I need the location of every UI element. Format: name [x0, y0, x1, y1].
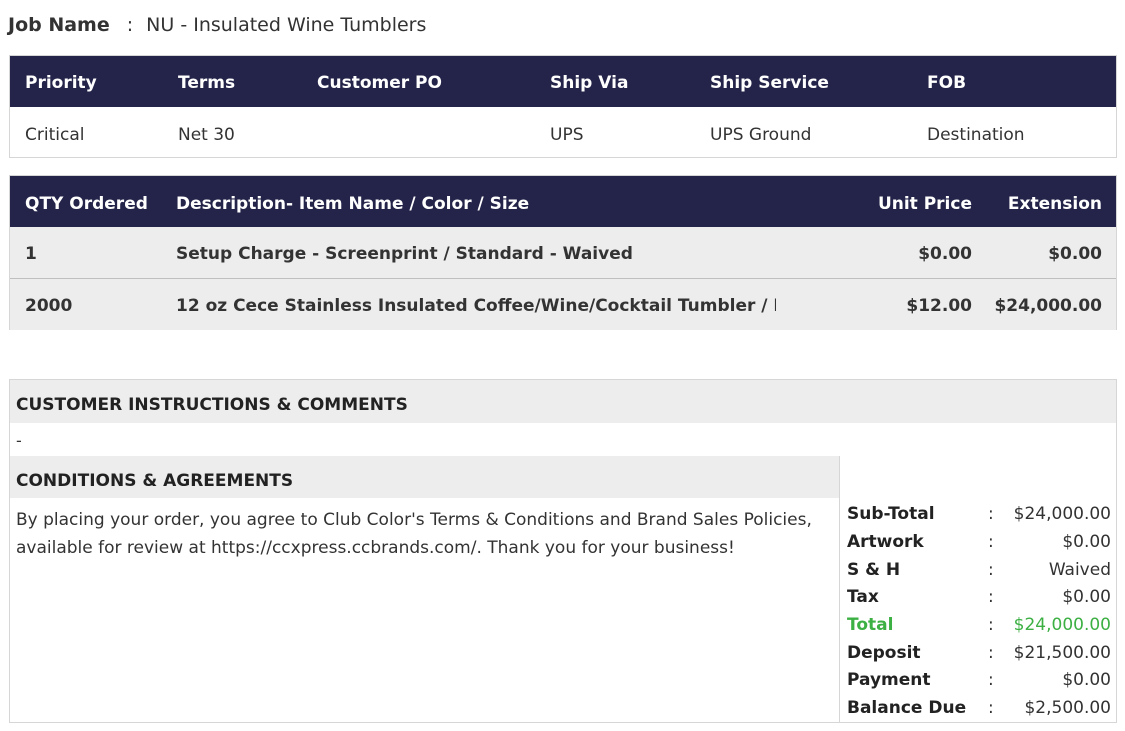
qty-cell: 1	[25, 244, 37, 264]
conditions-heading-bar: CONDITIONS & AGREEMENTS	[10, 456, 839, 498]
summary-label: Total	[847, 615, 894, 635]
description-cell: 12 oz Cece Stainless Insulated Coffee/Wi…	[176, 296, 776, 316]
summary-value: $0.00	[1062, 587, 1111, 607]
table-row: 2000 12 oz Cece Stainless Insulated Coff…	[10, 279, 1116, 330]
summary-value: $21,500.00	[1013, 643, 1111, 663]
summary-label: Payment	[847, 670, 931, 690]
ship-via-header: Ship Via	[550, 73, 629, 93]
summary-row-deposit: Deposit : $21,500.00	[840, 643, 1117, 669]
table-row: 1 Setup Charge - Screenprint / Standard …	[10, 227, 1116, 279]
job-name-line: Job Name: NU - Insulated Wine Tumblers	[8, 13, 426, 37]
summary-row-shipping: S & H : Waived	[840, 560, 1117, 586]
summary-label: Artwork	[847, 532, 924, 552]
conditions-title: CONDITIONS & AGREEMENTS	[16, 471, 294, 491]
order-info-header: Priority Terms Customer PO Ship Via Ship…	[10, 56, 1116, 107]
job-name-label: Job Name	[8, 14, 110, 36]
summary-value: $0.00	[1062, 532, 1111, 552]
fob-header: FOB	[927, 73, 967, 93]
summary-label: Tax	[847, 587, 879, 607]
summary-value: Waived	[1048, 560, 1111, 580]
description-header: Description- Item Name / Color / Size	[176, 194, 530, 214]
summary-separator: :	[988, 504, 994, 524]
summary-value: $24,000.00	[1013, 615, 1111, 635]
summary-separator: :	[988, 698, 994, 718]
summary-row-artwork: Artwork : $0.00	[840, 532, 1117, 558]
extension-cell: $0.00	[1048, 244, 1102, 264]
notes-and-summary-section: CUSTOMER INSTRUCTIONS & COMMENTS - CONDI…	[9, 379, 1117, 723]
summary-row-balance-due: Balance Due : $2,500.00	[840, 698, 1117, 724]
instructions-body: -	[16, 431, 22, 450]
summary-row-payment: Payment : $0.00	[840, 670, 1117, 696]
summary-label: S & H	[847, 560, 901, 580]
instructions-heading-bar: CUSTOMER INSTRUCTIONS & COMMENTS	[10, 380, 1116, 423]
summary-row-total: Total : $24,000.00	[840, 615, 1117, 641]
line-items-table: QTY Ordered Description- Item Name / Col…	[9, 175, 1117, 330]
summary-row-tax: Tax : $0.00	[840, 587, 1117, 613]
summary-value: $0.00	[1062, 670, 1111, 690]
summary-separator: :	[988, 532, 994, 552]
order-summary: Sub-Total : $24,000.00 Artwork : $0.00 S…	[839, 456, 1117, 723]
instructions-title: CUSTOMER INSTRUCTIONS & COMMENTS	[16, 395, 408, 415]
customer-po-header: Customer PO	[317, 73, 442, 93]
fob-value: Destination	[927, 125, 1025, 145]
summary-separator: :	[988, 615, 994, 635]
line-items-header: QTY Ordered Description- Item Name / Col…	[10, 176, 1116, 227]
priority-value: Critical	[25, 125, 85, 145]
qty-cell: 2000	[25, 296, 73, 316]
terms-header: Terms	[178, 73, 236, 93]
unit-price-cell: $0.00	[918, 244, 972, 264]
extension-cell: $24,000.00	[994, 296, 1102, 316]
order-info-row: Critical Net 30 UPS UPS Ground Destinati…	[10, 107, 1116, 158]
summary-label: Deposit	[847, 643, 921, 663]
summary-value: $2,500.00	[1024, 698, 1111, 718]
conditions-body: By placing your order, you agree to Club…	[16, 510, 812, 558]
summary-value: $24,000.00	[1013, 504, 1111, 524]
terms-value: Net 30	[178, 125, 235, 145]
summary-label: Balance Due	[847, 698, 967, 718]
qty-header: QTY Ordered	[25, 194, 148, 214]
extension-header: Extension	[1007, 194, 1102, 214]
order-info-table: Priority Terms Customer PO Ship Via Ship…	[9, 55, 1117, 158]
summary-separator: :	[988, 670, 994, 690]
summary-separator: :	[988, 560, 994, 580]
ship-service-value: UPS Ground	[710, 125, 812, 145]
description-cell: Setup Charge - Screenprint / Standard - …	[176, 244, 633, 264]
summary-row-subtotal: Sub-Total : $24,000.00	[840, 504, 1117, 530]
ship-via-value: UPS	[550, 125, 584, 145]
summary-separator: :	[988, 643, 994, 663]
job-name-separator: :	[126, 14, 134, 36]
unit-price-header: Unit Price	[877, 194, 972, 214]
summary-separator: :	[988, 587, 994, 607]
unit-price-cell: $12.00	[906, 296, 972, 316]
ship-service-header: Ship Service	[710, 73, 829, 93]
priority-header: Priority	[25, 73, 97, 93]
job-name-value: NU - Insulated Wine Tumblers	[146, 14, 427, 36]
summary-label: Sub-Total	[847, 504, 935, 524]
